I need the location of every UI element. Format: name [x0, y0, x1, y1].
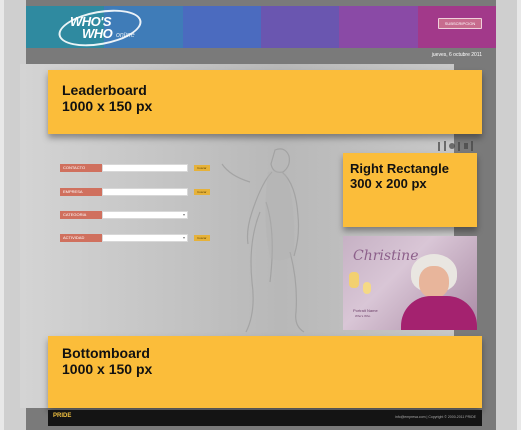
site-header: WHO'S WHO online SUBSCRIPCION [26, 3, 496, 53]
promo-caption: Who's Who [355, 314, 371, 318]
form-label: ACTIVIDAD [60, 234, 102, 242]
categoria-select[interactable]: ▾ [102, 211, 188, 219]
lamp-decoration [363, 282, 371, 294]
footer-copyright: info@empresa.com | Copyright © 2000-2011… [395, 415, 476, 419]
promo-script-title: Christine [353, 248, 419, 264]
search-empresa-button[interactable]: buscar [194, 189, 210, 195]
header-color-band [260, 6, 340, 48]
right-rectangle-title: Right Rectangle [350, 161, 449, 176]
leaderboard-size: 1000 x 150 px [62, 98, 153, 114]
form-label: CONTACTO [60, 164, 102, 172]
lamp-decoration [349, 272, 359, 288]
portrait-face [419, 266, 449, 298]
chevron-down-icon: ▾ [183, 212, 186, 217]
right-rectangle-size: 300 x 200 px [350, 176, 427, 191]
leaderboard-ad-placeholder[interactable]: Leaderboard 1000 x 150 px [48, 70, 482, 134]
right-rectangle-label: Right Rectangle 300 x 200 px [350, 161, 449, 191]
right-rectangle-ad-placeholder[interactable]: Right Rectangle 300 x 200 px [343, 153, 477, 227]
contacto-input[interactable] [102, 164, 188, 172]
form-label: EMPRESA [60, 188, 102, 196]
subscribe-button[interactable]: SUBSCRIPCION [438, 18, 482, 29]
leaderboard-label: Leaderboard 1000 x 150 px [62, 82, 152, 114]
bottomboard-label: Bottomboard 1000 x 150 px [62, 345, 152, 377]
featured-promo-image[interactable]: Christine Portrait Name Who's Who [343, 236, 477, 330]
figure-silhouette-art [221, 148, 305, 333]
promo-caption: Portrait Name [353, 308, 378, 313]
logo-text-line3: online [116, 32, 135, 39]
empresa-input[interactable] [102, 188, 188, 196]
search-contacto-button[interactable]: buscar [194, 165, 210, 171]
current-date: jueves, 6 octubre 2011 [431, 52, 482, 58]
leaderboard-title: Leaderboard [62, 82, 147, 98]
site-footer: PRIDE info@empresa.com | Copyright © 200… [48, 410, 482, 426]
footer-brand[interactable]: PRIDE [53, 413, 71, 419]
portrait-body [401, 296, 477, 330]
chevron-down-icon: ▾ [183, 235, 186, 240]
logo-text-line2: WHO [82, 26, 113, 41]
form-row-categoria: CATEGORIA ▾ [60, 210, 188, 220]
form-row-contacto: CONTACTO buscar [60, 163, 210, 173]
search-actividad-button[interactable]: buscar [194, 235, 210, 241]
form-row-empresa: EMPRESA buscar [60, 187, 210, 197]
site-logo[interactable]: WHO'S WHO online [55, 3, 152, 53]
form-row-actividad: ACTIVIDAD ▾ buscar [60, 233, 210, 243]
decorative-tools-art [438, 141, 473, 151]
bottomboard-size: 1000 x 150 px [62, 361, 153, 377]
header-color-band [182, 6, 261, 48]
actividad-select[interactable]: ▾ [102, 234, 188, 242]
header-color-band [339, 6, 418, 48]
form-label: CATEGORIA [60, 211, 102, 219]
bottomboard-ad-placeholder[interactable]: Bottomboard 1000 x 150 px [48, 336, 482, 408]
bottomboard-title: Bottomboard [62, 345, 150, 361]
